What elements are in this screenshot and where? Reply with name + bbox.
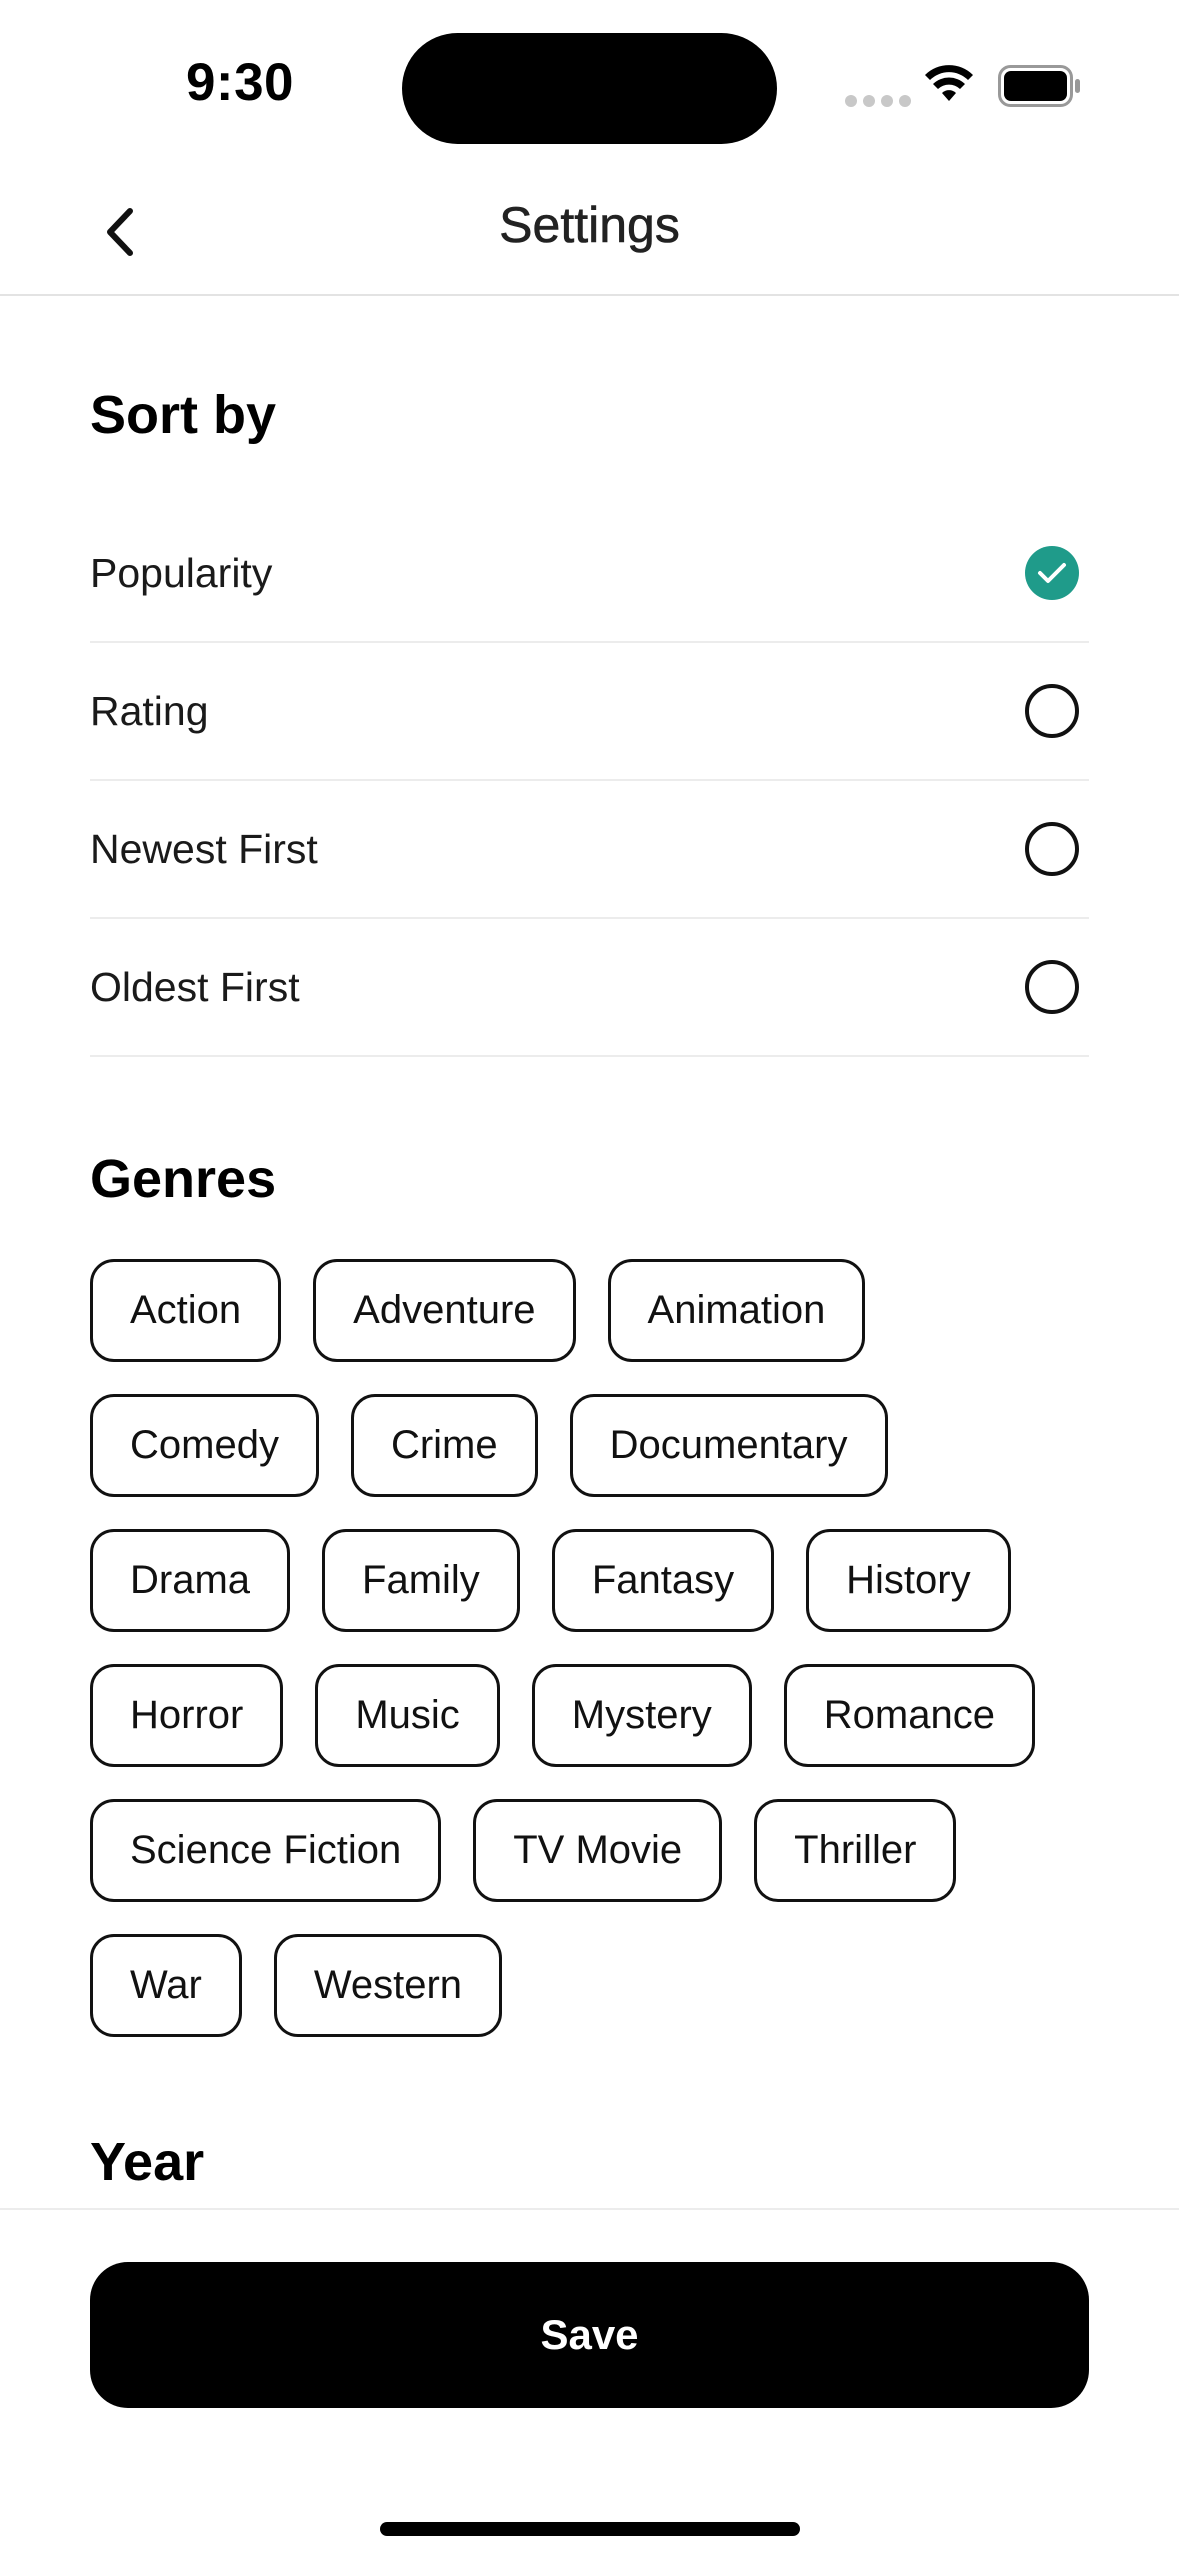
sort-options-list: Popularity Rating Newest First Oldest Fi… xyxy=(90,505,1089,1057)
genre-chip-history[interactable]: History xyxy=(806,1529,1011,1632)
page-title: Settings xyxy=(499,197,680,254)
genre-chip-science-fiction[interactable]: Science Fiction xyxy=(90,1799,442,1902)
genre-chip-thriller[interactable]: Thriller xyxy=(754,1799,957,1902)
genres-heading: Genres xyxy=(90,1149,277,1209)
sort-option-newest-first[interactable]: Newest First xyxy=(90,781,1089,919)
year-heading: Year xyxy=(90,2132,205,2192)
genre-chip-crime[interactable]: Crime xyxy=(350,1394,538,1497)
genre-chip-tv-movie[interactable]: TV Movie xyxy=(473,1799,723,1902)
status-bar: 9:30 xyxy=(0,0,1179,170)
genre-chip-war[interactable]: War xyxy=(90,1934,242,2037)
battery-icon xyxy=(998,65,1082,112)
save-button[interactable]: Save xyxy=(90,2262,1089,2408)
genre-chip-fantasy[interactable]: Fantasy xyxy=(551,1529,775,1632)
checkmark-circle-icon[interactable] xyxy=(1025,546,1079,600)
settings-screen: 9:30 Settings Sort by Popularity Rating … xyxy=(0,0,1179,2556)
navigation-bar: Settings xyxy=(0,170,1179,296)
radio-unchecked-icon[interactable] xyxy=(1025,822,1079,876)
genre-chip-documentary[interactable]: Documentary xyxy=(569,1394,888,1497)
sort-option-label: Newest First xyxy=(90,825,318,872)
radio-unchecked-icon[interactable] xyxy=(1025,684,1079,738)
genre-chip-horror[interactable]: Horror xyxy=(90,1664,284,1767)
sort-option-oldest-first[interactable]: Oldest First xyxy=(90,919,1089,1057)
status-time: 9:30 xyxy=(185,53,295,112)
sort-option-label: Oldest First xyxy=(90,963,300,1010)
dynamic-island xyxy=(402,33,777,144)
sort-option-label: Popularity xyxy=(90,549,273,596)
genre-chip-mystery[interactable]: Mystery xyxy=(531,1664,752,1767)
genre-chip-list: Action Adventure Animation Comedy Crime … xyxy=(90,1259,1089,2069)
genre-chip-western[interactable]: Western xyxy=(273,1934,503,2037)
footer-bar: Save xyxy=(0,2208,1179,2556)
genre-chip-comedy[interactable]: Comedy xyxy=(90,1394,319,1497)
sort-by-heading: Sort by xyxy=(90,385,277,445)
home-indicator[interactable] xyxy=(380,2522,800,2536)
genre-chip-romance[interactable]: Romance xyxy=(783,1664,1035,1767)
genre-chip-music[interactable]: Music xyxy=(315,1664,500,1767)
sort-option-popularity[interactable]: Popularity xyxy=(90,505,1089,643)
sort-option-label: Rating xyxy=(90,687,209,734)
genre-chip-drama[interactable]: Drama xyxy=(90,1529,291,1632)
wifi-icon xyxy=(923,63,975,108)
genre-chip-action[interactable]: Action xyxy=(90,1259,282,1362)
sort-option-rating[interactable]: Rating xyxy=(90,643,1089,781)
genre-chip-family[interactable]: Family xyxy=(322,1529,520,1632)
genre-chip-animation[interactable]: Animation xyxy=(607,1259,866,1362)
cellular-signal-icon xyxy=(845,95,911,107)
genre-chip-adventure[interactable]: Adventure xyxy=(313,1259,576,1362)
radio-unchecked-icon[interactable] xyxy=(1025,960,1079,1014)
